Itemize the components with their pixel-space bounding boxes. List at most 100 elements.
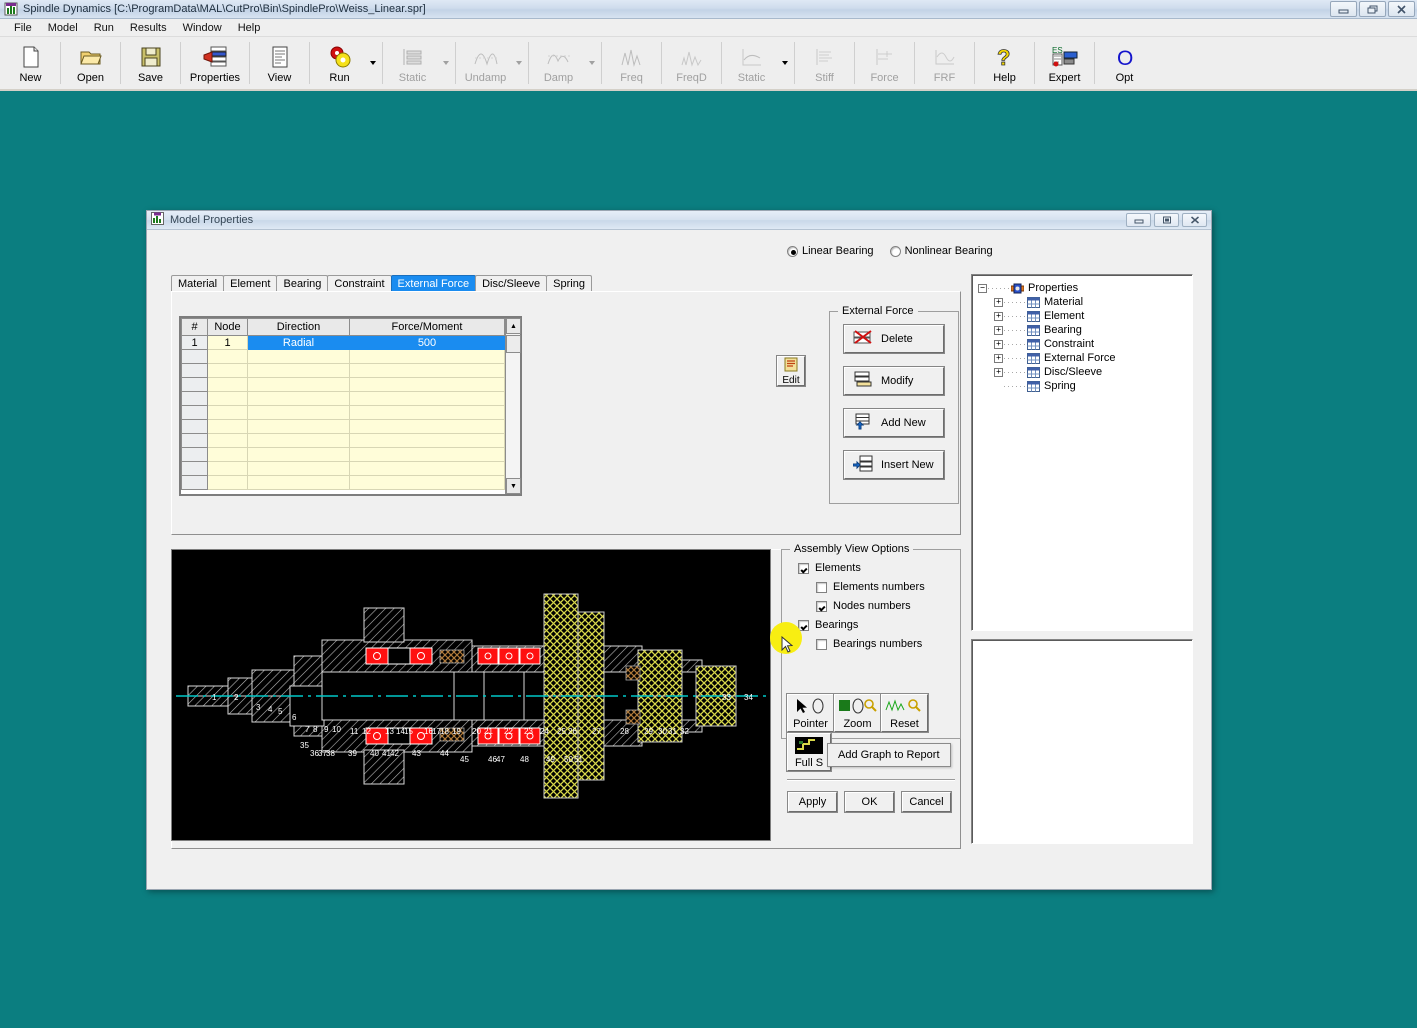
- cell-node[interactable]: 1: [207, 335, 248, 350]
- table-row[interactable]: [181, 433, 520, 448]
- dialog-minimize-button[interactable]: [1126, 213, 1151, 227]
- dialog-titlebar[interactable]: Model Properties: [147, 211, 1211, 230]
- toolbar-dropdown-damp[interactable]: [585, 39, 598, 87]
- toolbar-button-new[interactable]: New: [4, 39, 57, 87]
- scrollbar-thumb[interactable]: [506, 335, 521, 353]
- toolbar-button-static-plot[interactable]: Static: [725, 39, 778, 87]
- table-row[interactable]: 1 1 Radial 500: [181, 335, 520, 350]
- cell-direction[interactable]: [247, 405, 350, 420]
- tree-node-element[interactable]: + ······ Element: [994, 309, 1192, 323]
- ok-button[interactable]: OK: [844, 791, 895, 813]
- dialog-close-button[interactable]: [1182, 213, 1207, 227]
- toolbar-button-frf[interactable]: FRF: [918, 39, 971, 87]
- toolbar-button-opt[interactable]: O Opt: [1098, 39, 1151, 87]
- tree-expander-element[interactable]: +: [994, 311, 1003, 321]
- apply-button[interactable]: Apply: [787, 791, 838, 813]
- toolbar-button-save[interactable]: Save: [124, 39, 177, 87]
- cell-direction[interactable]: [247, 475, 350, 490]
- toolbar-dropdown-run[interactable]: [366, 39, 379, 87]
- menu-window[interactable]: Window: [175, 21, 230, 35]
- toolbar-button-help[interactable]: ? Help: [978, 39, 1031, 87]
- app-restore-button[interactable]: [1359, 1, 1386, 17]
- menu-help[interactable]: Help: [230, 21, 269, 35]
- toolbar-button-view[interactable]: View: [253, 39, 306, 87]
- tab-material[interactable]: Material: [171, 275, 225, 292]
- cell-direction[interactable]: Radial: [247, 335, 350, 350]
- cell-node[interactable]: [207, 475, 248, 490]
- cell-force[interactable]: [349, 377, 505, 392]
- toolbar-button-freqd[interactable]: FreqD: [665, 39, 718, 87]
- cell-force[interactable]: [349, 447, 505, 462]
- menu-model[interactable]: Model: [40, 21, 86, 35]
- tree-node-disc-sleeve[interactable]: + ······ Disc/Sleeve: [994, 365, 1192, 379]
- cell-node[interactable]: [207, 391, 248, 406]
- properties-detail-pane[interactable]: [971, 639, 1193, 844]
- tree-node-external-force[interactable]: + ······ External Force: [994, 351, 1192, 365]
- tab-spring[interactable]: Spring: [546, 275, 592, 292]
- cell-force[interactable]: [349, 349, 505, 364]
- tree-expander-bearing[interactable]: +: [994, 325, 1003, 335]
- toolbar-button-run[interactable]: Run: [313, 39, 366, 87]
- table-row[interactable]: [181, 475, 520, 490]
- tree-expander-external-force[interactable]: +: [994, 353, 1003, 363]
- toolbar-button-force[interactable]: Force: [858, 39, 911, 87]
- cell-force[interactable]: [349, 461, 505, 476]
- cell-force[interactable]: [349, 475, 505, 490]
- toolbar-button-static[interactable]: Static: [386, 39, 439, 87]
- checkbox-nodes-numbers[interactable]: Nodes numbers: [816, 600, 960, 612]
- grid-vertical-scrollbar[interactable]: ▲ ▼: [505, 318, 521, 494]
- cell-node[interactable]: [207, 433, 248, 448]
- tab-element[interactable]: Element: [223, 275, 278, 292]
- cell-node[interactable]: [207, 419, 248, 434]
- tab-constraint[interactable]: Constraint: [327, 275, 392, 292]
- cell-direction[interactable]: [247, 363, 350, 378]
- column-header-node[interactable]: Node: [207, 318, 248, 336]
- spindle-assembly-canvas[interactable]: 12 34 56 78 9 10 11 12 13 14 15 16 17 18 19 2…: [171, 549, 771, 841]
- tree-node-properties[interactable]: − ······ Properties: [978, 281, 1192, 295]
- modify-button[interactable]: Modify: [843, 366, 945, 396]
- cell-direction[interactable]: [247, 461, 350, 476]
- table-row[interactable]: [181, 405, 520, 420]
- scroll-down-arrow-icon[interactable]: ▼: [506, 478, 521, 494]
- menu-run[interactable]: Run: [86, 21, 122, 35]
- column-header-index[interactable]: #: [181, 318, 208, 336]
- toolbar-button-open[interactable]: Open: [64, 39, 117, 87]
- cell-direction[interactable]: [247, 391, 350, 406]
- menu-file[interactable]: File: [6, 21, 40, 35]
- tree-expander-material[interactable]: +: [994, 297, 1003, 307]
- tree-node-constraint[interactable]: + ······ Constraint: [994, 337, 1192, 351]
- cancel-button[interactable]: Cancel: [901, 791, 952, 813]
- app-minimize-button[interactable]: [1330, 1, 1357, 17]
- scroll-up-arrow-icon[interactable]: ▲: [506, 318, 521, 334]
- toolbar-button-freq[interactable]: Freq: [605, 39, 658, 87]
- dialog-maximize-button[interactable]: [1154, 213, 1179, 227]
- cell-force[interactable]: [349, 391, 505, 406]
- cell-node[interactable]: [207, 447, 248, 462]
- toolbar-button-damp[interactable]: Damp: [532, 39, 585, 87]
- cell-node[interactable]: [207, 405, 248, 420]
- tree-expander-constraint[interactable]: +: [994, 339, 1003, 349]
- toolbar-button-undamp[interactable]: Undamp: [459, 39, 512, 87]
- add-new-button[interactable]: Add New: [843, 408, 945, 438]
- cell-force[interactable]: [349, 433, 505, 448]
- cell-direction[interactable]: [247, 377, 350, 392]
- cell-force[interactable]: [349, 419, 505, 434]
- checkbox-bearings[interactable]: Bearings: [798, 619, 960, 631]
- app-close-button[interactable]: [1388, 1, 1415, 17]
- radio-nonlinear-bearing[interactable]: Nonlinear Bearing: [889, 245, 993, 257]
- cell-node[interactable]: [207, 461, 248, 476]
- toolbar-dropdown-static-plot[interactable]: [778, 39, 791, 87]
- table-row[interactable]: [181, 461, 520, 476]
- checkbox-elements[interactable]: Elements: [798, 562, 960, 574]
- cell-direction[interactable]: [247, 349, 350, 364]
- column-header-direction[interactable]: Direction: [247, 318, 350, 336]
- table-row[interactable]: [181, 391, 520, 406]
- toolbar-dropdown-static[interactable]: [439, 39, 452, 87]
- table-row[interactable]: [181, 349, 520, 364]
- insert-new-button[interactable]: Insert New: [843, 450, 945, 480]
- tab-disc-sleeve[interactable]: Disc/Sleeve: [475, 275, 548, 292]
- cell-force[interactable]: [349, 405, 505, 420]
- column-header-force[interactable]: Force/Moment: [349, 318, 505, 336]
- cell-direction[interactable]: [247, 447, 350, 462]
- tree-node-spring[interactable]: ······ Spring: [994, 379, 1192, 393]
